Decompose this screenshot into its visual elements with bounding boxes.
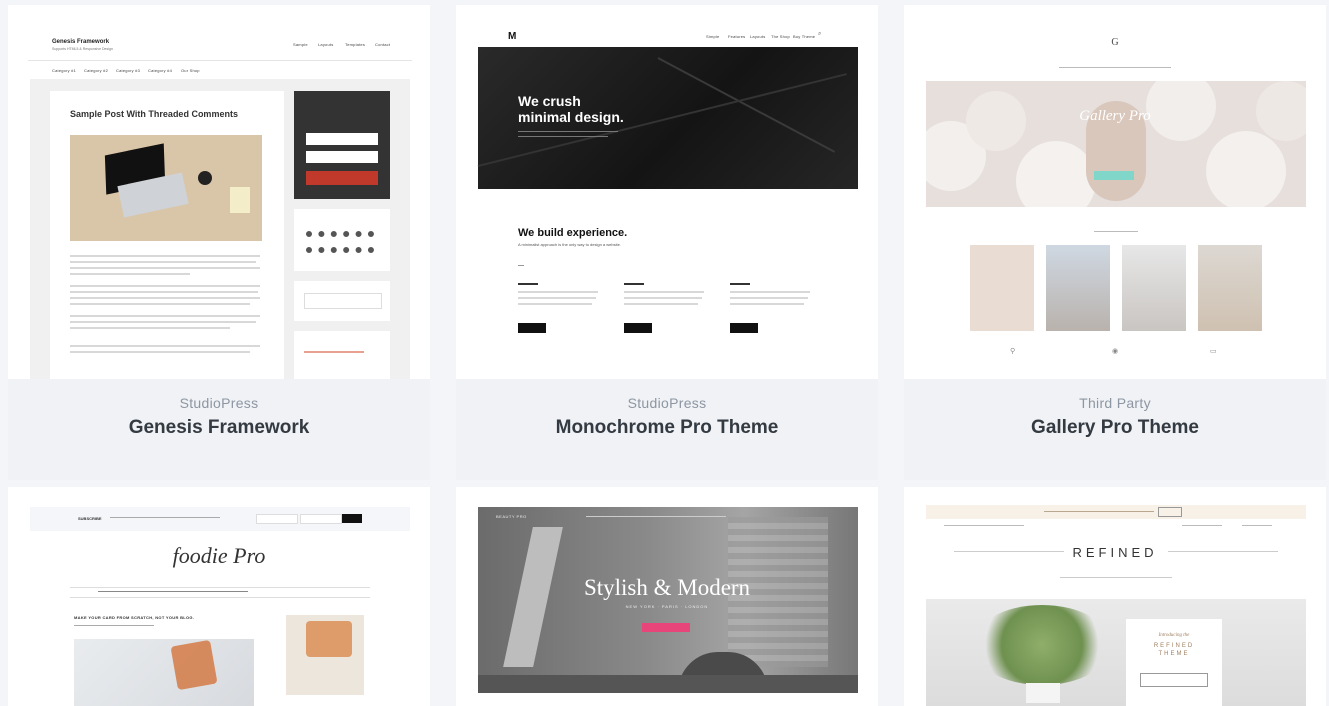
theme-name[interactable]: Genesis Framework bbox=[8, 417, 430, 439]
preview-photo-3 bbox=[1122, 245, 1186, 331]
preview-laptop-image bbox=[70, 135, 262, 241]
preview-subscribe-button bbox=[306, 171, 378, 185]
preview-nav-1: Sample bbox=[293, 42, 308, 47]
preview-subnav-2: Category #2 bbox=[84, 68, 108, 73]
theme-vendor: StudioPress bbox=[627, 395, 707, 411]
theme-card-monochrome-pro[interactable]: M Simple Features Layouts The Shop Buy T… bbox=[456, 5, 878, 480]
preview-hero-title: We crush minimal design. bbox=[518, 93, 624, 125]
preview-sidebar-image bbox=[286, 615, 364, 695]
preview-nav-3: Layouts bbox=[750, 34, 766, 39]
preview-photo-1 bbox=[970, 245, 1034, 331]
theme-name[interactable]: Gallery Pro Theme bbox=[904, 417, 1326, 439]
theme-vendor: Third Party bbox=[1079, 395, 1151, 411]
preview-photo-2 bbox=[1046, 245, 1110, 331]
theme-card-refined[interactable]: REFINED Introducing the REFINED THEME bbox=[904, 487, 1326, 706]
preview-headline: MAKE YOUR CARD FROM SCRATCH, NOT YOUR BL… bbox=[74, 615, 195, 620]
theme-preview-monochrome: M Simple Features Layouts The Shop Buy T… bbox=[456, 5, 878, 379]
preview-hero-title: Gallery Pro bbox=[1079, 108, 1151, 124]
theme-preview-refined: REFINED Introducing the REFINED THEME bbox=[904, 487, 1326, 706]
preview-nav-5: Buy Theme bbox=[793, 34, 816, 39]
preview-section-title: We build experience. bbox=[518, 227, 628, 239]
preview-food-image bbox=[74, 639, 254, 706]
preview-subnav-3: Category #3 bbox=[116, 68, 140, 73]
theme-preview-genesis: Genesis Framework Supports HTML5 & Respo… bbox=[8, 5, 430, 379]
preview-hero-button bbox=[642, 623, 690, 632]
preview-logo: M bbox=[508, 31, 517, 42]
theme-meta: StudioPress Monochrome Pro Theme bbox=[456, 395, 878, 439]
preview-nav-2: Features bbox=[728, 34, 746, 39]
search-icon: ⌕ bbox=[818, 31, 822, 37]
preview-photo-4 bbox=[1198, 245, 1262, 331]
theme-grid: Genesis Framework Supports HTML5 & Respo… bbox=[0, 0, 1329, 706]
link-icon: ⚲ bbox=[1010, 348, 1016, 355]
preview-logo: BEAUTY PRO bbox=[496, 514, 527, 519]
theme-card-genesis[interactable]: Genesis Framework Supports HTML5 & Respo… bbox=[8, 5, 430, 480]
preview-hero-button bbox=[1094, 171, 1134, 180]
preview-logo: REFINED bbox=[1072, 545, 1158, 560]
preview-intro-card: Introducing the REFINED THEME bbox=[1126, 619, 1222, 706]
monitor-icon: ▭ bbox=[1210, 348, 1217, 355]
preview-nav-4: Contact bbox=[375, 42, 391, 47]
preview-site-title: Genesis Framework bbox=[52, 39, 110, 45]
preview-nav-4: The Shop bbox=[771, 34, 790, 39]
preview-tagline: Supports HTML5 & Responsive Design bbox=[52, 47, 113, 51]
preview-subnav-4: Category #4 bbox=[148, 68, 172, 73]
theme-card-gallery-pro[interactable]: G Gallery Pro ⚲ ◉ ▭ Third Party Gallery … bbox=[904, 5, 1326, 480]
theme-meta: Third Party Gallery Pro Theme bbox=[904, 395, 1326, 439]
preview-subnav-5: Our Shop bbox=[181, 68, 200, 73]
preview-nav-1: Simple bbox=[706, 34, 720, 39]
preview-subnav-1: Category #1 bbox=[52, 68, 76, 73]
preview-nav-2: Layouts bbox=[318, 42, 334, 47]
theme-preview-gallery: G Gallery Pro ⚲ ◉ ▭ bbox=[904, 5, 1326, 379]
preview-section-sub: A minimalist approach is the only way to… bbox=[518, 242, 621, 247]
preview-post-title: Sample Post With Threaded Comments bbox=[70, 109, 238, 119]
theme-name[interactable]: Monochrome Pro Theme bbox=[456, 417, 878, 439]
preview-hero-sub: NEW YORK · PARIS · LONDON bbox=[625, 604, 709, 609]
theme-card-beauty-pro[interactable]: BEAUTY PRO Stylish & Modern NEW YORK · P… bbox=[456, 487, 878, 706]
preview-hero-title: Stylish & Modern bbox=[583, 575, 751, 600]
preview-subscribe-label: SUBSCRIBE bbox=[78, 516, 102, 521]
theme-meta: StudioPress Genesis Framework bbox=[8, 395, 430, 439]
preview-hero bbox=[926, 599, 1306, 706]
theme-vendor: StudioPress bbox=[179, 395, 259, 411]
preview-nav-3: Templates bbox=[345, 42, 366, 47]
camera-icon: ◉ bbox=[1112, 348, 1119, 355]
theme-preview-foodie: SUBSCRIBE foodie Pro MAKE YOUR CARD FROM… bbox=[8, 487, 430, 706]
preview-hero bbox=[926, 81, 1306, 207]
preview-logo: G bbox=[1111, 37, 1119, 48]
theme-preview-beauty: BEAUTY PRO Stylish & Modern NEW YORK · P… bbox=[456, 487, 878, 706]
preview-logo: foodie Pro bbox=[172, 543, 266, 568]
theme-card-foodie-pro[interactable]: SUBSCRIBE foodie Pro MAKE YOUR CARD FROM… bbox=[8, 487, 430, 706]
